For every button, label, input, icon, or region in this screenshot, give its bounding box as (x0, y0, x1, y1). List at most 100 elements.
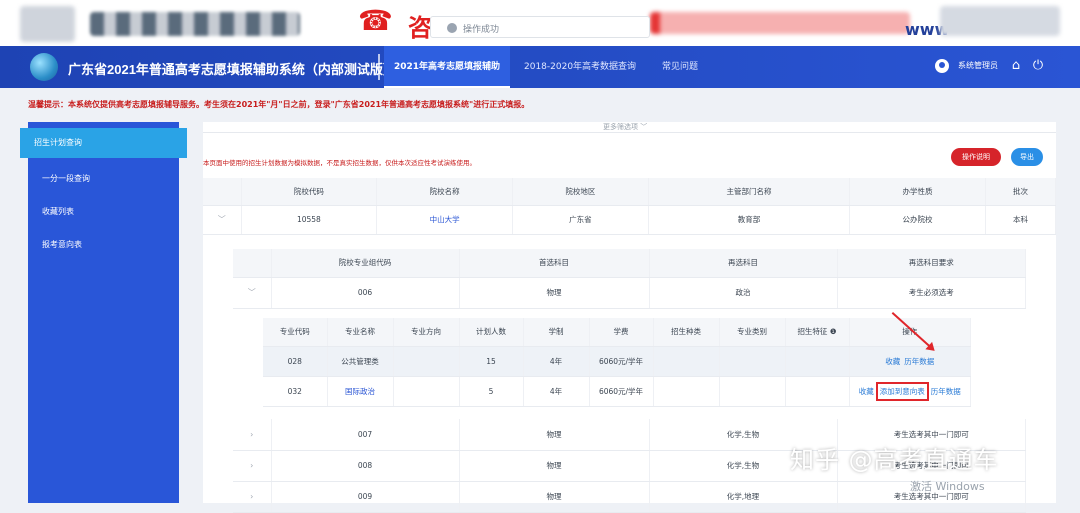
major-category (719, 376, 786, 407)
user-avatar-icon[interactable] (935, 59, 949, 73)
row-actions: 收藏 添加到意向表 历年数据 (849, 376, 971, 407)
table-row: ﹀ 006 物理 政治 考生必须选考 (233, 277, 1026, 309)
admission-kind (653, 346, 720, 377)
expand-chevron-icon[interactable]: › (233, 450, 272, 482)
top-nav: 广东省2021年普通高考志愿填报辅助系统（内部测试版） 2021年高考志愿填报辅… (0, 46, 1080, 88)
col-header: 院校名称 (376, 178, 513, 206)
table-row: 028 公共管理类 15 4年 6060元/学年 收藏 历年数据 (263, 346, 971, 377)
col-header: 专业方向 (393, 318, 460, 347)
collapse-chevron-icon[interactable]: ﹀ (203, 205, 242, 235)
col-header: 专业代码 (263, 318, 328, 347)
col-header: 专业名称 (327, 318, 394, 347)
major-name[interactable]: 国际政治 (327, 376, 394, 407)
activate-windows-text: 激活 Windows (910, 480, 985, 493)
zhihu-watermark: 知乎 @高考直通车 (790, 446, 999, 474)
plan-count: 15 (459, 346, 524, 377)
col-header: 院校地区 (512, 178, 649, 206)
plan-count: 5 (459, 376, 524, 407)
major-table-header: 专业代码 专业名称 专业方向 计划人数 学制 学费 招生种类 专业类别 招生特征… (263, 318, 971, 347)
second-subject: 政治 (649, 277, 838, 309)
major-direction (393, 346, 460, 377)
study-years: 4年 (523, 376, 590, 407)
sidebar: 招生计划查询 一分一段查询 收藏列表 报考意向表 (20, 122, 187, 503)
col-header: 操作 (849, 318, 971, 347)
table-row: 032 国际政治 5 4年 6060元/学年 收藏 添加到意向表 历年数据 (263, 376, 971, 407)
school-code: 10558 (241, 205, 378, 235)
col-header: 专业类别 (719, 318, 786, 347)
sidebar-item-admission-plan[interactable]: 招生计划查询 (20, 128, 187, 158)
data-notice: 本页面中使用的招生计划数据为模拟数据，不是真实招生数据，仅供本次适应性考试演练使… (203, 159, 476, 167)
col-header: 首选科目 (459, 249, 650, 278)
sidebar-item-favorites[interactable]: 收藏列表 (28, 195, 179, 228)
major-category (719, 346, 786, 377)
app-title: 广东省2021年普通高考志愿填报辅助系统（内部测试版） (68, 62, 396, 77)
school-name-link[interactable]: 中山大学 (376, 205, 513, 235)
school-table-header: 院校代码 院校名称 院校地区 主管部门名称 办学性质 批次 (203, 178, 1057, 206)
major-name: 公共管理类 (327, 346, 394, 377)
blurred-website (940, 6, 1060, 36)
first-subject: 物理 (459, 450, 650, 482)
group-code: 009 (271, 481, 460, 513)
admission-feature (785, 346, 850, 377)
add-to-intention-link[interactable]: 添加到意向表 (875, 381, 929, 401)
table-row: › 009 物理 化学,地理 考生选考其中一门即可 (233, 481, 1026, 513)
group-code: 006 (271, 277, 460, 309)
col-header: 招生种类 (653, 318, 720, 347)
col-header (233, 249, 272, 278)
blurred-text (90, 12, 300, 36)
success-toast: 操作成功 (430, 16, 650, 38)
group-table-header: 院校专业组代码 首选科目 再选科目 再选科目要求 (233, 249, 1026, 278)
major-direction (393, 376, 460, 407)
row-actions: 收藏 历年数据 (849, 346, 971, 377)
power-icon[interactable]: ⏻ (1030, 58, 1046, 74)
expand-chevron-icon[interactable]: › (233, 419, 272, 451)
col-header: 批次 (985, 178, 1057, 206)
col-header (203, 178, 242, 206)
table-row: ﹀ 10558 中山大学 广东省 教育部 公办院校 本科 (203, 205, 1057, 235)
subject-requirement: 考生必须选考 (837, 277, 1026, 309)
col-header: 办学性质 (849, 178, 986, 206)
tuition: 6060元/学年 (589, 346, 654, 377)
user-name[interactable]: 系统管理员 (958, 60, 998, 71)
favorite-link[interactable]: 收藏 (885, 357, 900, 366)
sidebar-item-intention-list[interactable]: 报考意向表 (28, 228, 179, 261)
phone-icon: ☎ (358, 4, 393, 37)
lock-icon[interactable]: ⌂ (1008, 58, 1024, 74)
admission-kind (653, 376, 720, 407)
export-button[interactable]: 导出 (1011, 148, 1043, 166)
school-nature: 公办院校 (849, 205, 986, 235)
history-data-link[interactable]: 历年数据 (931, 387, 961, 396)
group-table: 院校专业组代码 首选科目 再选科目 再选科目要求 ﹀ 006 物理 政治 考生必… (233, 249, 1026, 309)
check-icon (447, 23, 457, 33)
expand-chevron-icon[interactable]: › (233, 481, 272, 513)
blurred-phone-number (650, 12, 910, 34)
blurred-logo (20, 6, 75, 42)
admission-feature (785, 376, 850, 407)
first-subject: 物理 (459, 419, 650, 451)
divider (203, 132, 1056, 133)
consult-text: 咨 (408, 13, 432, 42)
top-banner: ☎ 咨 www 操作成功 (0, 0, 1080, 46)
history-data-link[interactable]: 历年数据 (904, 357, 934, 366)
collapse-chevron-icon[interactable]: ﹀ (233, 277, 272, 309)
second-subject: 化学,地理 (649, 481, 838, 513)
tab-2021-assist[interactable]: 2021年高考志愿填报辅助 (384, 46, 511, 88)
tab-2018-2020-query[interactable]: 2018-2020年高考数据查询 (514, 46, 646, 88)
tab-faq[interactable]: 常见问题 (652, 46, 708, 88)
instructions-button[interactable]: 操作说明 (951, 148, 1001, 166)
favorite-link[interactable]: 收藏 (859, 387, 874, 396)
school-batch: 本科 (985, 205, 1057, 235)
col-header: 主管部门名称 (648, 178, 851, 206)
school-table: 院校代码 院校名称 院校地区 主管部门名称 办学性质 批次 ﹀ 10558 中山… (203, 178, 1057, 235)
study-years: 4年 (523, 346, 590, 377)
school-dept: 教育部 (648, 205, 851, 235)
sidebar-item-score-rank[interactable]: 一分一段查询 (28, 162, 179, 195)
warning-banner: 温馨提示：本系统仅提供高考志愿填报辅导服务。考生须在2021年"月"日之前，登录… (28, 100, 530, 109)
col-header: 学制 (523, 318, 590, 347)
group-code: 008 (271, 450, 460, 482)
col-header: 招生特征 ❶ (785, 318, 850, 347)
first-subject: 物理 (459, 481, 650, 513)
app-logo (30, 53, 58, 81)
school-region: 广东省 (512, 205, 649, 235)
more-filters-toggle[interactable]: 更多筛选项 ﹀ (603, 122, 647, 132)
